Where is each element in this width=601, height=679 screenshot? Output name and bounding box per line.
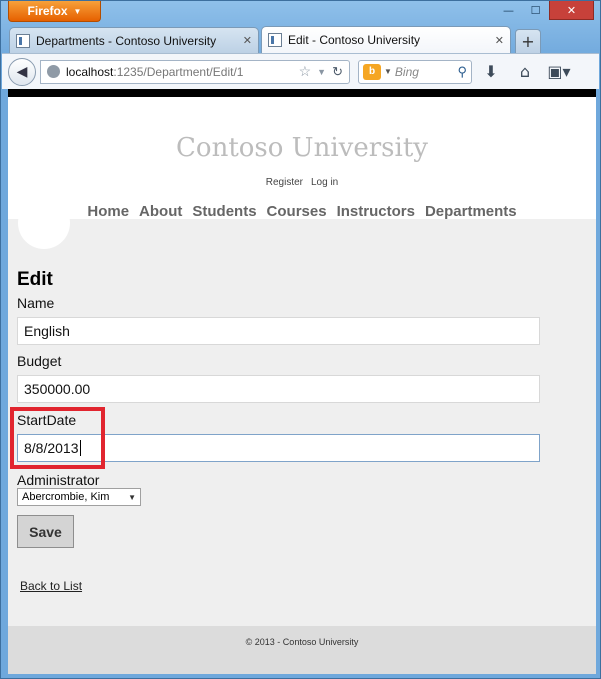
top-black-bar xyxy=(8,89,596,97)
site-header: Contoso University Register Log in Home … xyxy=(8,97,596,220)
page-icon xyxy=(16,33,30,48)
tab-departments[interactable]: Departments - Contoso University ✕ xyxy=(9,27,259,53)
page-viewport: Contoso University Register Log in Home … xyxy=(8,89,596,674)
back-arrow-icon: ◀ xyxy=(16,63,28,80)
history-dropdown-icon[interactable]: ▼ xyxy=(317,67,326,77)
decorative-circle xyxy=(18,197,70,249)
menu-item-departments[interactable]: Departments xyxy=(425,203,517,220)
administrator-select[interactable]: Abercrombie, Kim ▼ xyxy=(17,488,141,506)
register-link[interactable]: Register xyxy=(266,177,303,188)
home-icon[interactable]: ⌂ xyxy=(510,59,540,85)
page-title: Edit xyxy=(17,269,53,290)
budget-label: Budget xyxy=(17,353,62,369)
menu-item-students[interactable]: Students xyxy=(192,203,256,220)
url-host: localhost xyxy=(66,64,114,79)
globe-icon xyxy=(47,65,60,78)
search-bar[interactable]: b ▼ Bing ⚲ xyxy=(358,59,472,84)
login-link[interactable]: Log in xyxy=(311,177,338,188)
search-engine-dropdown-icon[interactable]: ▼ xyxy=(384,67,392,76)
navigation-toolbar: ◀ localhost:1235/Department/Edit/1 ☆ ▼ ↻… xyxy=(2,53,599,89)
menu-item-about[interactable]: About xyxy=(139,203,182,220)
login-links: Register Log in xyxy=(8,177,596,188)
menu-item-home[interactable]: Home xyxy=(87,203,129,220)
minimize-button[interactable]: — xyxy=(495,1,522,20)
administrator-label: Administrator xyxy=(17,472,100,488)
close-tab-icon[interactable]: ✕ xyxy=(243,34,252,47)
back-to-list-link[interactable]: Back to List xyxy=(20,579,82,593)
browser-window: Firefox ▼ — ☐ ✕ Departments - Contoso Un… xyxy=(0,0,601,679)
search-input[interactable]: Bing xyxy=(395,65,455,79)
save-button[interactable]: Save xyxy=(17,515,74,548)
tab-strip: Departments - Contoso University ✕ Edit … xyxy=(9,26,541,53)
url-text: localhost:1235/Department/Edit/1 xyxy=(66,65,243,79)
name-label: Name xyxy=(17,295,55,311)
footer: © 2013 - Contoso University xyxy=(8,626,596,674)
administrator-selected-value: Abercrombie, Kim xyxy=(22,491,110,503)
budget-field[interactable]: 350000.00 xyxy=(17,375,540,403)
tab-title: Edit - Contoso University xyxy=(288,33,421,47)
firefox-menu-label: Firefox xyxy=(27,4,68,18)
chevron-down-icon: ▼ xyxy=(128,492,136,502)
main-menu: Home About Students Courses Instructors … xyxy=(8,203,596,220)
bookmark-star-icon[interactable]: ☆ xyxy=(299,63,312,80)
url-path: :1235/Department/Edit/1 xyxy=(113,64,244,79)
footer-text: © 2013 - Contoso University xyxy=(245,637,359,647)
maximize-button[interactable]: ☐ xyxy=(522,1,549,20)
back-button[interactable]: ◀ xyxy=(8,57,36,86)
site-title: Contoso University xyxy=(176,133,428,163)
menu-item-instructors[interactable]: Instructors xyxy=(337,203,415,220)
highlight-box xyxy=(10,407,105,469)
firefox-menu-button[interactable]: Firefox ▼ xyxy=(8,1,101,22)
new-tab-button[interactable]: + xyxy=(515,29,541,53)
window-controls: — ☐ ✕ xyxy=(495,1,594,20)
reload-icon[interactable]: ↻ xyxy=(332,64,343,80)
tab-edit[interactable]: Edit - Contoso University ✕ xyxy=(261,26,511,53)
bookmarks-menu-icon[interactable]: ▣▾ xyxy=(544,59,574,85)
url-bar[interactable]: localhost:1235/Department/Edit/1 ☆ ▼ ↻ xyxy=(40,59,350,84)
tab-title: Departments - Contoso University xyxy=(36,33,217,48)
name-field[interactable]: English xyxy=(17,317,540,345)
search-icon[interactable]: ⚲ xyxy=(457,64,467,80)
bing-icon[interactable]: b xyxy=(363,63,381,80)
close-window-button[interactable]: ✕ xyxy=(549,1,594,20)
close-tab-icon[interactable]: ✕ xyxy=(495,34,504,47)
chevron-down-icon: ▼ xyxy=(73,6,82,16)
page-icon xyxy=(268,33,282,47)
menu-item-courses[interactable]: Courses xyxy=(267,203,327,220)
main-content: Edit Name English Budget 350000.00 Start… xyxy=(8,197,596,626)
downloads-icon[interactable]: ⬇ xyxy=(476,59,506,85)
